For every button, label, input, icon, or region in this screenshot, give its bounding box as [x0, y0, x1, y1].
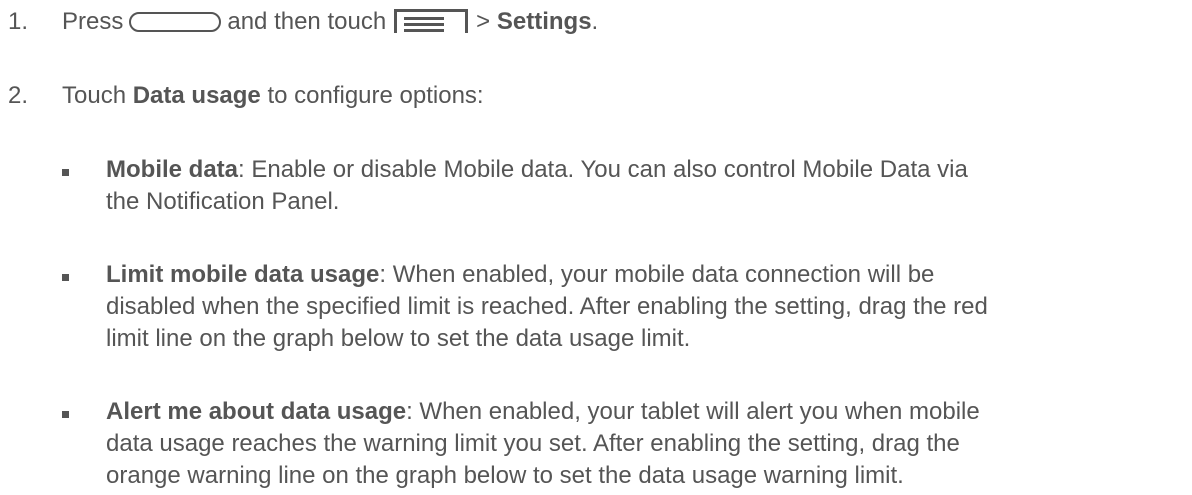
bullet-icon [62, 411, 69, 418]
option-mobile-data-title: Mobile data [106, 156, 239, 183]
step-2-data-usage: Data usage [132, 82, 261, 109]
option-limit-desc-1: : When enabled, your mobile data connect… [379, 261, 935, 288]
step-2-touch: Touch [62, 82, 127, 109]
option-mobile-data-desc-1: : Enable or disable Mobile data. You can… [238, 156, 968, 183]
option-limit-line-3: limit line on the graph below to set the… [106, 325, 691, 352]
step-1-period: . [591, 8, 599, 35]
step-1-number: 1. [8, 8, 29, 35]
home-key-icon [129, 12, 222, 32]
step-2-rest: to configure options: [267, 82, 484, 109]
option-limit-line-1: Limit mobile data usage: When enabled, y… [106, 259, 1186, 291]
option-alert-line-1: Alert me about data usage: When enabled,… [106, 396, 1186, 428]
step-2-text: Touch Data usage to configure options: [62, 76, 484, 116]
step-1-and-then: and then touch [227, 8, 387, 35]
option-alert-title: Alert me about data usage [106, 398, 407, 425]
menu-key-icon [394, 9, 469, 33]
step-1-text: Press and then touch > Settings. [62, 2, 598, 42]
step-1-separator: > [476, 8, 491, 35]
step-1-press: Press [62, 8, 124, 35]
step-1-settings: Settings [496, 8, 592, 35]
option-limit-line-2: disabled when the specified limit is rea… [106, 293, 988, 320]
option-limit-title: Limit mobile data usage [106, 261, 380, 288]
step-2-number: 2. [8, 82, 29, 109]
option-alert-line-3: orange warning line on the graph below t… [106, 462, 904, 489]
bullet-icon [62, 274, 69, 281]
option-alert-line-2: data usage reaches the warning limit you… [106, 430, 960, 457]
option-alert-desc-1: : When enabled, your tablet will alert y… [406, 398, 980, 425]
option-mobile-data-line-2: the Notification Panel. [106, 188, 340, 215]
option-mobile-data-line-1: Mobile data: Enable or disable Mobile da… [106, 154, 1186, 186]
bullet-icon [62, 169, 69, 176]
instructions-page: 1. Press and then touch > Settings. 2. Tou… [0, 0, 1192, 495]
